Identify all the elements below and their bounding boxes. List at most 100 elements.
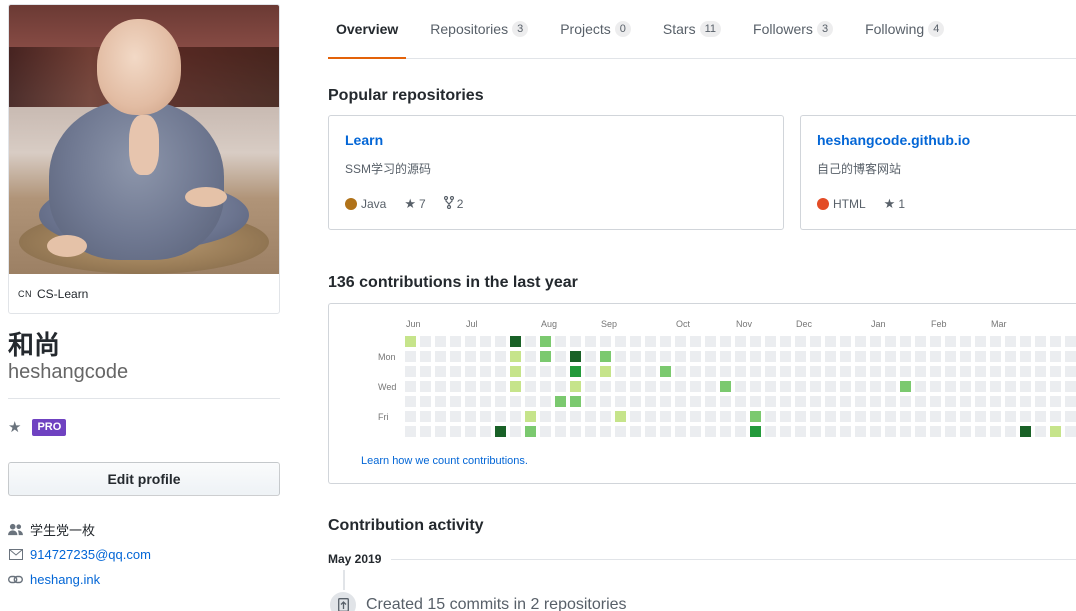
calendar-day[interactable]	[720, 381, 731, 392]
calendar-day[interactable]	[930, 396, 941, 407]
calendar-day[interactable]	[1020, 396, 1031, 407]
calendar-day[interactable]	[735, 381, 746, 392]
calendar-day[interactable]	[885, 381, 896, 392]
calendar-day[interactable]	[495, 366, 506, 377]
calendar-day[interactable]	[630, 411, 641, 422]
calendar-day[interactable]	[1005, 396, 1016, 407]
calendar-day[interactable]	[540, 426, 551, 437]
calendar-day[interactable]	[660, 396, 671, 407]
calendar-day[interactable]	[825, 366, 836, 377]
calendar-day[interactable]	[480, 336, 491, 347]
calendar-day[interactable]	[495, 351, 506, 362]
calendar-day[interactable]	[510, 396, 521, 407]
calendar-day[interactable]	[795, 381, 806, 392]
calendar-day[interactable]	[480, 351, 491, 362]
calendar-day[interactable]	[765, 351, 776, 362]
calendar-day[interactable]	[525, 411, 536, 422]
calendar-day[interactable]	[465, 336, 476, 347]
calendar-day[interactable]	[675, 351, 686, 362]
calendar-day[interactable]	[405, 381, 416, 392]
calendar-day[interactable]	[600, 411, 611, 422]
calendar-day[interactable]	[555, 396, 566, 407]
calendar-day[interactable]	[960, 411, 971, 422]
calendar-day[interactable]	[1050, 411, 1061, 422]
calendar-day[interactable]	[615, 396, 626, 407]
calendar-day[interactable]	[900, 426, 911, 437]
calendar-day[interactable]	[915, 336, 926, 347]
calendar-day[interactable]	[885, 351, 896, 362]
calendar-day[interactable]	[540, 366, 551, 377]
calendar-day[interactable]	[435, 396, 446, 407]
calendar-day[interactable]	[615, 351, 626, 362]
repo-stars[interactable]: ★ 7	[404, 196, 425, 212]
calendar-day[interactable]	[750, 366, 761, 377]
calendar-day[interactable]	[450, 381, 461, 392]
calendar-day[interactable]	[690, 411, 701, 422]
calendar-day[interactable]	[960, 366, 971, 377]
calendar-day[interactable]	[855, 351, 866, 362]
calendar-day[interactable]	[525, 336, 536, 347]
calendar-day[interactable]	[555, 426, 566, 437]
calendar-day[interactable]	[855, 426, 866, 437]
calendar-day[interactable]	[570, 351, 581, 362]
calendar-day[interactable]	[1050, 366, 1061, 377]
calendar-day[interactable]	[675, 336, 686, 347]
calendar-day[interactable]	[1005, 336, 1016, 347]
learn-contributions-link[interactable]: Learn how we count contributions.	[361, 455, 528, 467]
calendar-day[interactable]	[915, 381, 926, 392]
calendar-day[interactable]	[750, 336, 761, 347]
calendar-day[interactable]	[765, 336, 776, 347]
calendar-day[interactable]	[945, 336, 956, 347]
calendar-day[interactable]	[855, 396, 866, 407]
calendar-day[interactable]	[690, 381, 701, 392]
calendar-day[interactable]	[630, 426, 641, 437]
calendar-day[interactable]	[630, 336, 641, 347]
calendar-day[interactable]	[600, 426, 611, 437]
calendar-day[interactable]	[945, 366, 956, 377]
calendar-day[interactable]	[450, 411, 461, 422]
calendar-day[interactable]	[555, 336, 566, 347]
calendar-day[interactable]	[975, 351, 986, 362]
calendar-day[interactable]	[1020, 336, 1031, 347]
calendar-day[interactable]	[885, 336, 896, 347]
calendar-day[interactable]	[435, 336, 446, 347]
calendar-day[interactable]	[510, 426, 521, 437]
calendar-day[interactable]	[945, 396, 956, 407]
tab-followers[interactable]: Followers 3	[745, 0, 841, 58]
calendar-day[interactable]	[825, 336, 836, 347]
calendar-day[interactable]	[1035, 336, 1046, 347]
calendar-day[interactable]	[1020, 366, 1031, 377]
calendar-day[interactable]	[1020, 411, 1031, 422]
calendar-day[interactable]	[930, 366, 941, 377]
calendar-day[interactable]	[780, 336, 791, 347]
calendar-day[interactable]	[945, 411, 956, 422]
email-link[interactable]: 914727235@qq.com	[30, 547, 151, 562]
calendar-day[interactable]	[435, 426, 446, 437]
calendar-day[interactable]	[930, 411, 941, 422]
org-name[interactable]: CS-Learn	[37, 287, 88, 301]
calendar-day[interactable]	[705, 426, 716, 437]
calendar-day[interactable]	[555, 381, 566, 392]
calendar-day[interactable]	[405, 426, 416, 437]
calendar-day[interactable]	[420, 336, 431, 347]
calendar-day[interactable]	[630, 351, 641, 362]
calendar-day[interactable]	[540, 351, 551, 362]
calendar-day[interactable]	[825, 426, 836, 437]
calendar-day[interactable]	[885, 366, 896, 377]
calendar-day[interactable]	[705, 366, 716, 377]
calendar-day[interactable]	[705, 396, 716, 407]
calendar-day[interactable]	[525, 351, 536, 362]
calendar-day[interactable]	[1005, 366, 1016, 377]
calendar-day[interactable]	[555, 351, 566, 362]
calendar-day[interactable]	[1065, 426, 1076, 437]
calendar-day[interactable]	[705, 381, 716, 392]
calendar-day[interactable]	[990, 396, 1001, 407]
calendar-day[interactable]	[405, 411, 416, 422]
calendar-day[interactable]	[420, 366, 431, 377]
calendar-day[interactable]	[945, 381, 956, 392]
calendar-day[interactable]	[855, 411, 866, 422]
calendar-day[interactable]	[945, 351, 956, 362]
calendar-day[interactable]	[720, 351, 731, 362]
repo-stars[interactable]: ★ 1	[884, 196, 905, 212]
repo-forks[interactable]: 2	[443, 195, 463, 212]
